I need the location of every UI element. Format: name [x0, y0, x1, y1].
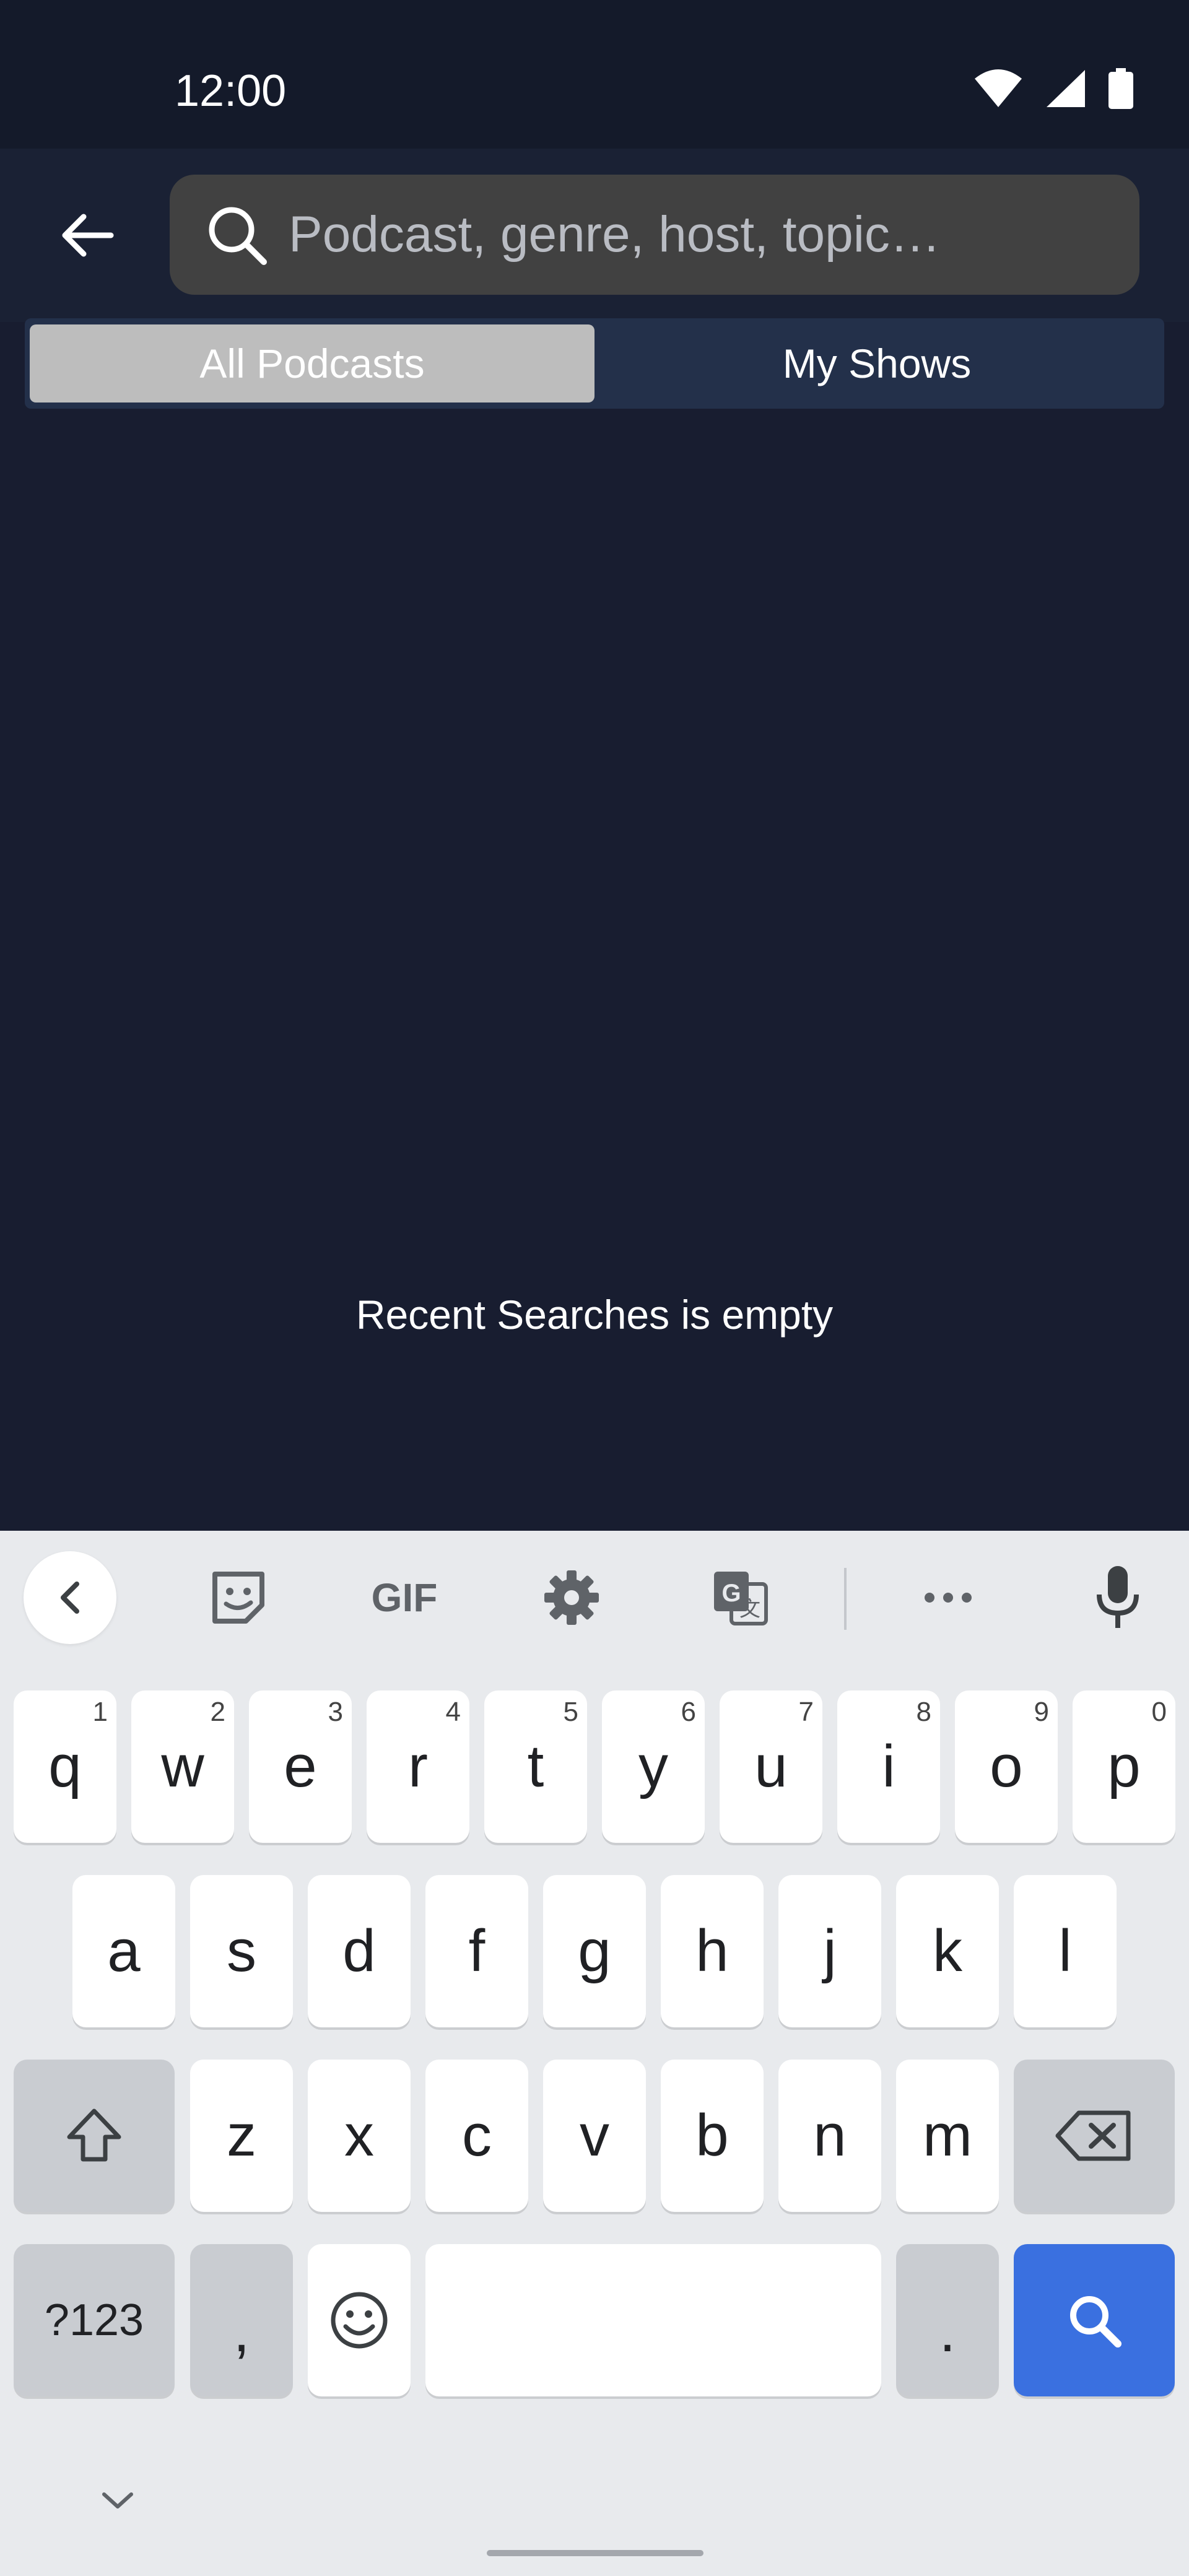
key-s[interactable]: s — [190, 1875, 293, 2027]
gear-icon — [544, 1570, 599, 1625]
svg-text:G: G — [721, 1580, 741, 1607]
tab-all-podcasts[interactable]: All Podcasts — [30, 324, 594, 402]
status-icons — [973, 67, 1133, 112]
chevron-down-icon — [102, 2492, 133, 2509]
search-input[interactable] — [289, 191, 1115, 278]
wifi-icon — [973, 69, 1023, 111]
key-z[interactable]: z — [190, 2060, 293, 2212]
key-o[interactable]: o9 — [955, 1690, 1058, 1843]
podcast-scope-tabs: All Podcasts My Shows — [25, 318, 1164, 409]
key-i[interactable]: i8 — [837, 1690, 940, 1843]
more-options-button[interactable] — [902, 1554, 995, 1641]
key-r[interactable]: r4 — [367, 1690, 469, 1843]
symbols-key[interactable]: ?123 — [14, 2244, 175, 2396]
shift-key[interactable] — [14, 2060, 175, 2212]
key-h[interactable]: h — [661, 1875, 764, 2027]
key-q[interactable]: q1 — [14, 1690, 116, 1843]
back-button[interactable] — [50, 198, 124, 272]
key-v[interactable]: v — [543, 2060, 646, 2212]
key-w[interactable]: w2 — [131, 1690, 234, 1843]
microphone-icon — [1097, 1566, 1139, 1628]
on-screen-keyboard — [0, 1531, 1189, 2576]
key-d[interactable]: d — [308, 1875, 411, 2027]
chevron-left-icon — [61, 1582, 79, 1614]
comma-key[interactable]: , — [190, 2244, 293, 2396]
search-icon — [1070, 2296, 1121, 2348]
key-l[interactable]: l — [1014, 1875, 1117, 2027]
key-g[interactable]: g — [543, 1875, 646, 2027]
translate-icon: G 文 — [714, 1572, 768, 1625]
search-field[interactable] — [170, 175, 1139, 295]
emoji-key[interactable] — [308, 2244, 411, 2396]
hide-keyboard-button[interactable] — [87, 2476, 149, 2525]
gesture-navigation-handle[interactable] — [487, 2550, 703, 2556]
space-key[interactable] — [425, 2244, 881, 2396]
period-key[interactable]: . — [896, 2244, 999, 2396]
backspace-key[interactable] — [1014, 2060, 1175, 2212]
tab-my-shows[interactable]: My Shows — [594, 324, 1159, 402]
key-j[interactable]: j — [778, 1875, 881, 2027]
key-t[interactable]: t5 — [484, 1690, 587, 1843]
key-f[interactable]: f — [425, 1875, 528, 2027]
emoji-icon — [331, 2292, 388, 2349]
key-y[interactable]: y6 — [602, 1690, 705, 1843]
key-c[interactable]: c — [425, 2060, 528, 2212]
keyboard-settings-button[interactable] — [525, 1554, 618, 1641]
key-k[interactable]: k — [896, 1875, 999, 2027]
backspace-icon — [1055, 2110, 1131, 2161]
status-time: 12:00 — [175, 66, 287, 116]
sticker-icon — [212, 1572, 264, 1624]
search-action-key[interactable] — [1014, 2244, 1175, 2396]
gif-button[interactable]: GIF — [358, 1554, 451, 1641]
key-x[interactable]: x — [308, 2060, 411, 2212]
more-horizontal-icon — [925, 1593, 972, 1603]
cellular-signal-icon — [1045, 69, 1086, 111]
key-u[interactable]: u7 — [720, 1690, 822, 1843]
battery-icon — [1108, 67, 1133, 112]
key-e[interactable]: e3 — [249, 1690, 352, 1843]
recent-searches-empty-message: Recent Searches is empty — [355, 1292, 834, 1338]
search-icon — [199, 198, 274, 272]
key-b[interactable]: b — [661, 2060, 764, 2212]
shift-icon — [67, 2108, 121, 2162]
translate-button[interactable]: G 文 — [694, 1554, 786, 1641]
key-a[interactable]: a — [72, 1875, 175, 2027]
voice-input-button[interactable] — [1071, 1554, 1164, 1641]
key-m[interactable]: m — [896, 2060, 999, 2212]
keyboard-collapse-button[interactable] — [24, 1551, 116, 1644]
sticker-button[interactable] — [192, 1554, 285, 1641]
arrow-left-icon — [62, 214, 114, 257]
key-n[interactable]: n — [778, 2060, 881, 2212]
key-p[interactable]: p0 — [1073, 1690, 1175, 1843]
svg-text:文: 文 — [739, 1597, 760, 1622]
toolbar-divider — [844, 1568, 847, 1630]
